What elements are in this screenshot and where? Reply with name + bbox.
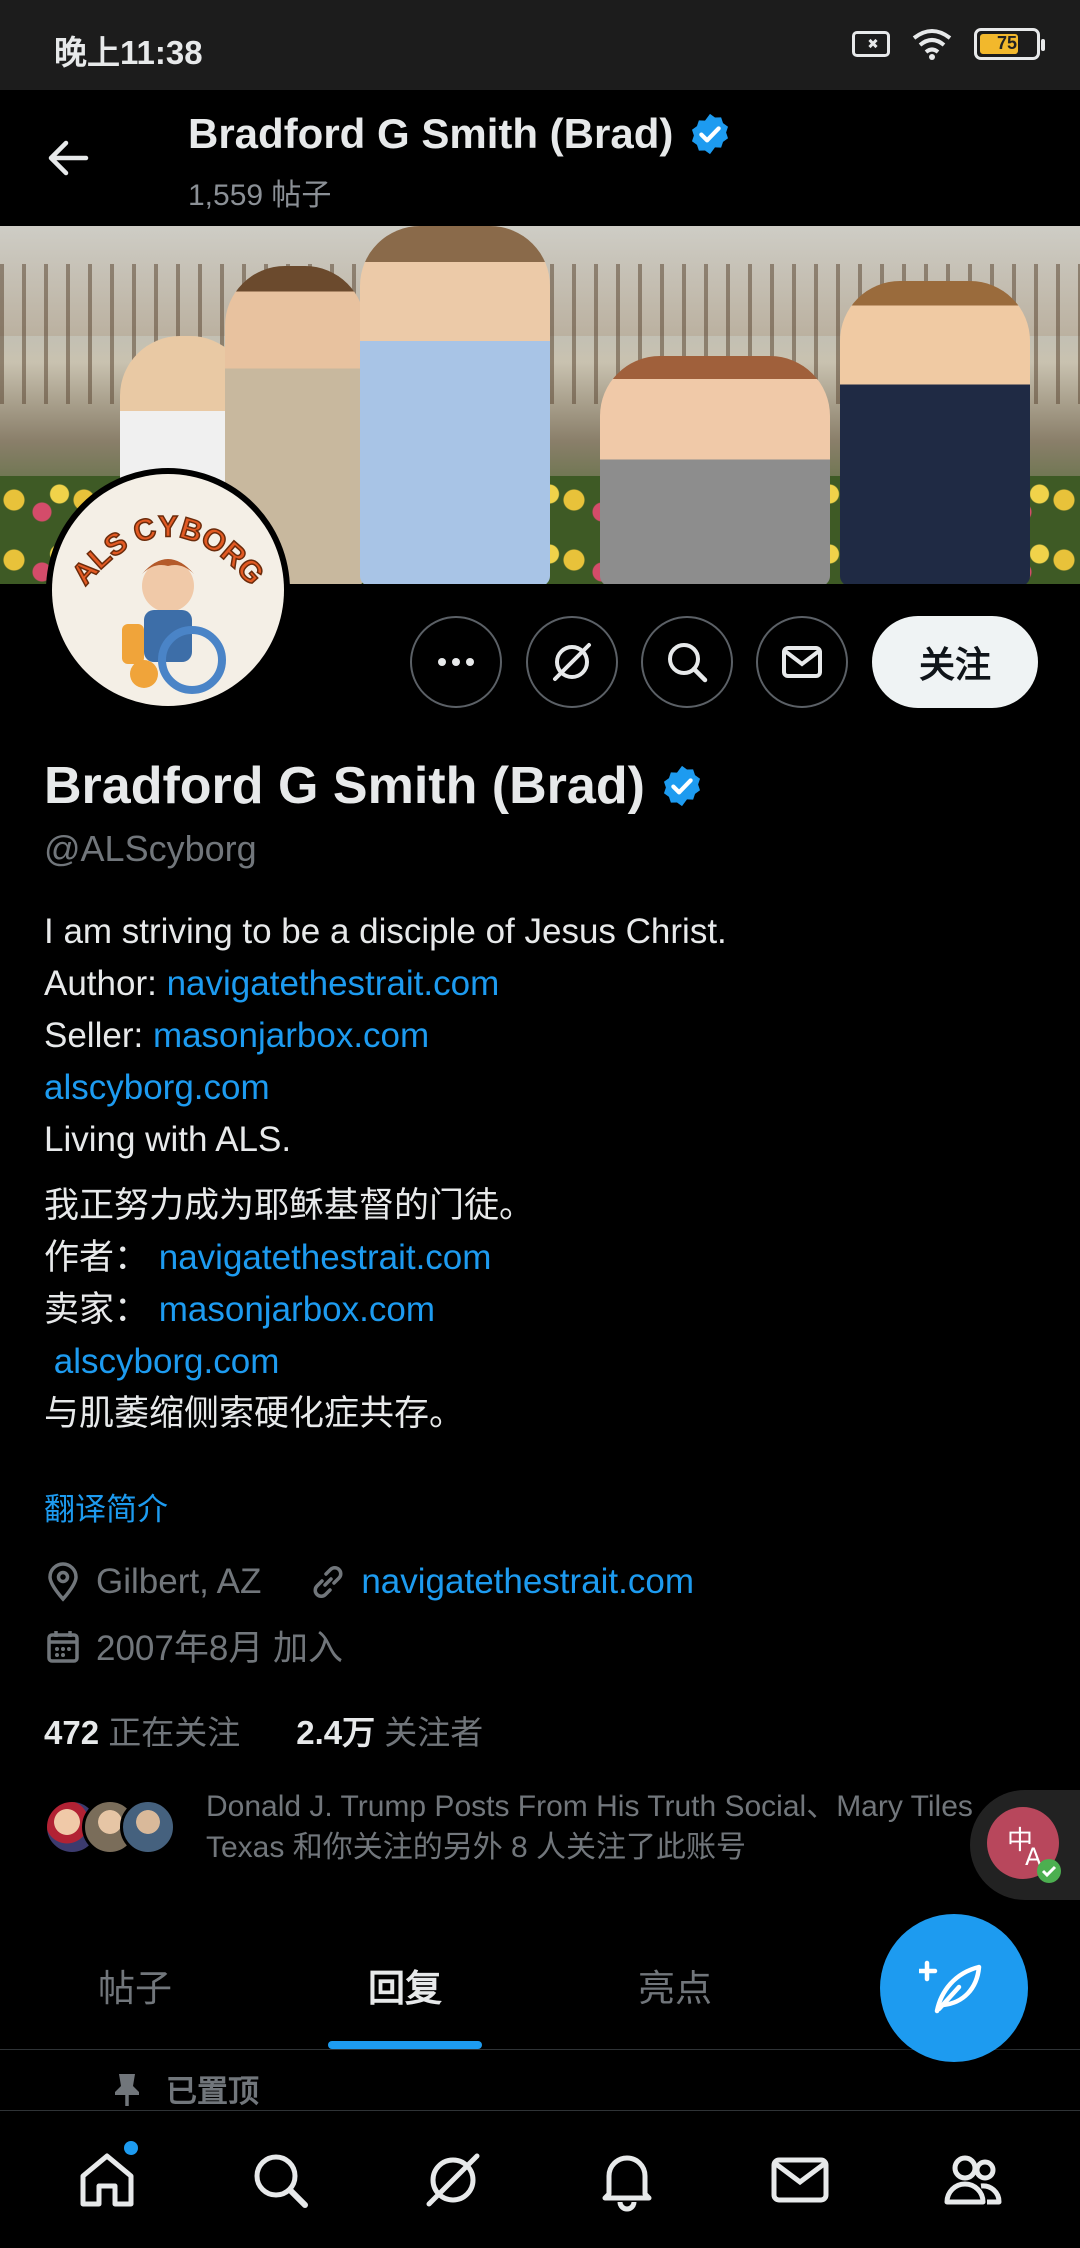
bio-site-link[interactable]: alscyborg.com bbox=[44, 1068, 270, 1107]
battery-level: 75 bbox=[996, 33, 1018, 53]
header-title: Bradford G Smith (Brad) bbox=[188, 110, 733, 158]
pinned-label: 已置顶 bbox=[166, 2074, 259, 2109]
banner-person bbox=[360, 226, 550, 584]
tab-replies[interactable]: 回复 bbox=[270, 1940, 540, 2049]
bio-zh-author-link[interactable]: navigatethestrait.com bbox=[159, 1238, 492, 1277]
location-pin-icon bbox=[48, 1562, 78, 1602]
post-count: 1,559 帖子 bbox=[188, 179, 332, 212]
profile-meta-row: Gilbert, AZ navigatethestrait.com bbox=[44, 1562, 694, 1602]
display-name: Bradford G Smith (Brad) bbox=[44, 757, 645, 815]
following-label: 正在关注 bbox=[108, 1714, 241, 1751]
bio-line: I am striving to be a disciple of Jesus … bbox=[44, 912, 727, 951]
bio-line: alscyborg.com bbox=[44, 1062, 727, 1114]
avatar-image: ALS CYBORG bbox=[52, 474, 284, 706]
banner-person bbox=[600, 356, 830, 584]
bell-icon bbox=[602, 2155, 652, 2211]
notification-dot bbox=[123, 2140, 138, 2155]
envelope-icon bbox=[771, 2157, 829, 2202]
tab-posts[interactable]: 帖子 bbox=[0, 1940, 270, 2049]
verified-badge-icon[interactable] bbox=[659, 763, 705, 809]
tab-highlights[interactable]: 亮点 bbox=[540, 1940, 810, 2049]
compose-feather-icon bbox=[919, 1960, 982, 2014]
wifi-icon bbox=[912, 29, 952, 60]
status-bar: 晚上11:38 75 bbox=[0, 0, 1080, 90]
nav-home[interactable] bbox=[62, 2135, 152, 2225]
banner-person bbox=[840, 281, 1030, 584]
no-sim-icon bbox=[852, 31, 890, 57]
battery-icon: 75 bbox=[974, 28, 1045, 60]
nav-grok[interactable] bbox=[408, 2135, 498, 2225]
bottom-navigation bbox=[0, 2110, 1080, 2248]
bio-label: Seller: bbox=[44, 1016, 153, 1055]
grok-button[interactable] bbox=[526, 616, 618, 708]
profile-joined-row: 2007年8月 加入 bbox=[44, 1620, 343, 1671]
bio-line: 作者： navigatethestrait.com bbox=[44, 1232, 727, 1284]
status-icons: 75 bbox=[852, 28, 1045, 60]
following-count[interactable]: 472 正在关注 bbox=[44, 1706, 240, 1754]
followers-number: 2.4万 bbox=[296, 1714, 376, 1751]
bio-line: 卖家： masonjarbox.com bbox=[44, 1284, 727, 1336]
profile-name: Bradford G Smith (Brad) bbox=[44, 756, 705, 816]
bio-author-link[interactable]: navigatethestrait.com bbox=[167, 964, 500, 1003]
grok-icon bbox=[426, 2153, 480, 2206]
following-number: 472 bbox=[44, 1714, 100, 1751]
header-name: Bradford G Smith (Brad) bbox=[188, 110, 674, 157]
profile-location: Gilbert, AZ bbox=[96, 1562, 262, 1601]
avatar bbox=[120, 1799, 176, 1855]
bio-line: Author: navigatethestrait.com bbox=[44, 958, 727, 1010]
calendar-icon bbox=[47, 1630, 79, 1663]
nav-communities[interactable] bbox=[928, 2135, 1018, 2225]
avatar[interactable]: ALS CYBORG bbox=[46, 468, 290, 712]
link-icon bbox=[313, 1566, 343, 1598]
bio-line: alscyborg.com bbox=[44, 1336, 727, 1388]
profile-handle: @ALScyborg bbox=[44, 828, 257, 869]
bio-line: Living with ALS. bbox=[44, 1120, 292, 1159]
translate-icon: 中 A bbox=[987, 1807, 1061, 1883]
back-button[interactable] bbox=[40, 130, 96, 186]
bio-line: 我正努力成为耶稣基督的门徒。 bbox=[44, 1186, 535, 1225]
search-icon bbox=[254, 2154, 308, 2208]
follow-counts: 472 正在关注 2.4万 关注者 bbox=[44, 1706, 483, 1754]
follower-avatars bbox=[44, 1799, 176, 1855]
bio-zh-seller-link[interactable]: masonjarbox.com bbox=[159, 1290, 435, 1329]
status-time: 晚上11:38 bbox=[54, 34, 203, 71]
translate-bio-link[interactable]: 翻译简介 bbox=[44, 1484, 168, 1529]
profile-website-link[interactable]: navigatethestrait.com bbox=[361, 1562, 694, 1602]
profile-header: Bradford G Smith (Brad) 1,559 帖子 bbox=[0, 90, 1080, 226]
cyborg-avatar-illustration: ALS CYBORG bbox=[65, 510, 271, 694]
message-button[interactable] bbox=[756, 616, 848, 708]
followers-you-know[interactable]: Donald J. Trump Posts From His Truth Soc… bbox=[44, 1786, 1046, 1868]
translate-float-button[interactable]: 中 A bbox=[970, 1790, 1080, 1900]
bio-label: Author: bbox=[44, 964, 167, 1003]
more-options-button[interactable] bbox=[410, 616, 502, 708]
bio-line: 与肌萎缩侧索硬化症共存。 bbox=[44, 1394, 465, 1433]
profile-bio: I am striving to be a disciple of Jesus … bbox=[44, 906, 727, 1440]
bio-seller-link[interactable]: masonjarbox.com bbox=[153, 1016, 429, 1055]
grok-icon bbox=[553, 643, 591, 681]
bio-label: 作者： bbox=[44, 1238, 150, 1277]
followers-you-know-text: Donald J. Trump Posts From His Truth Soc… bbox=[206, 1790, 973, 1864]
envelope-icon bbox=[782, 646, 822, 678]
bio-zh-site-link[interactable]: alscyborg.com bbox=[54, 1342, 280, 1381]
follow-button[interactable]: 关注 bbox=[872, 616, 1038, 708]
compose-post-button[interactable] bbox=[880, 1914, 1028, 2062]
verified-badge-icon bbox=[692, 113, 729, 155]
more-horizontal-icon bbox=[438, 658, 474, 666]
profile-joined-date: 2007年8月 加入 bbox=[96, 1629, 344, 1668]
nav-search[interactable] bbox=[235, 2135, 325, 2225]
search-profile-button[interactable] bbox=[641, 616, 733, 708]
communities-icon bbox=[944, 2155, 1002, 2204]
bio-line: Seller: masonjarbox.com bbox=[44, 1010, 727, 1062]
search-icon bbox=[668, 643, 708, 683]
nav-messages[interactable] bbox=[755, 2135, 845, 2225]
followers-count[interactable]: 2.4万 关注者 bbox=[296, 1706, 483, 1754]
bio-label: 卖家： bbox=[44, 1290, 150, 1329]
followers-label: 关注者 bbox=[384, 1714, 484, 1751]
nav-notifications[interactable] bbox=[582, 2135, 672, 2225]
pinned-indicator: 已置顶 bbox=[110, 2066, 259, 2111]
pin-icon bbox=[115, 2073, 139, 2106]
home-icon bbox=[80, 2153, 134, 2206]
arrow-left-icon bbox=[48, 140, 89, 176]
